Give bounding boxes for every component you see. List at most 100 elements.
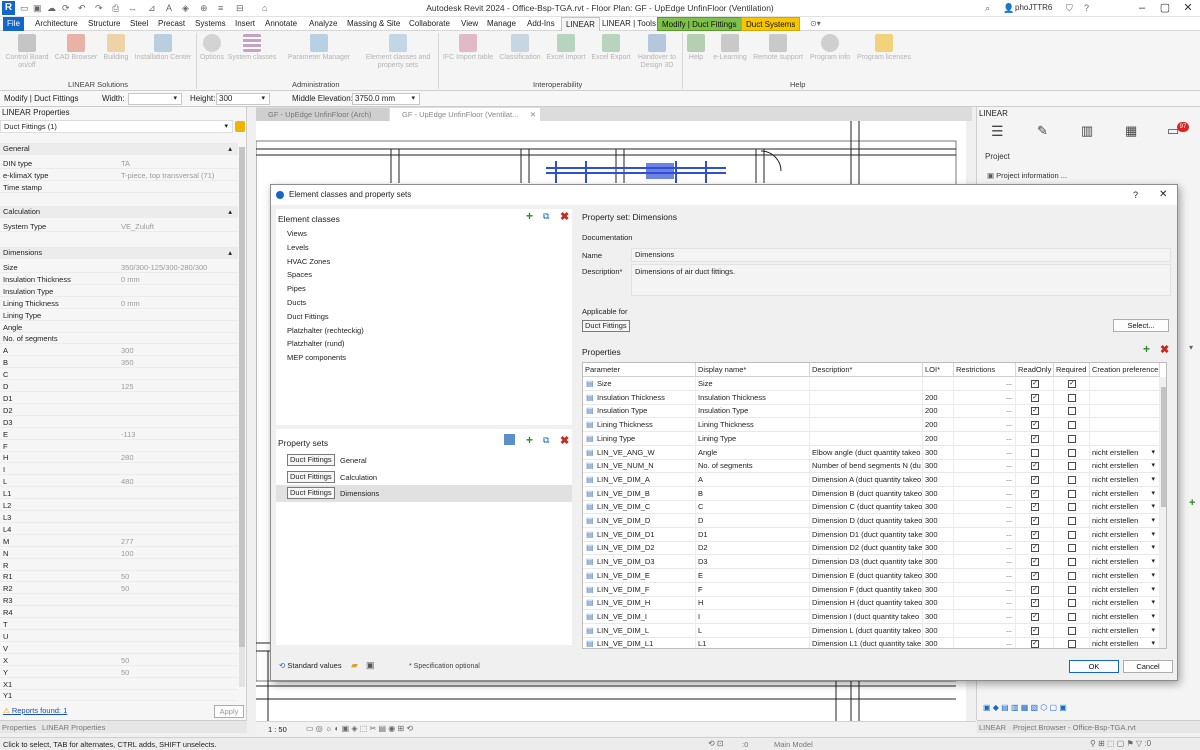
- minimize-button[interactable]: –: [1132, 1, 1152, 16]
- restrictions-cell[interactable]: ...: [954, 377, 1016, 391]
- description-cell[interactable]: Dimension H (duct quantity takeo: [810, 596, 923, 611]
- display-name-cell[interactable]: Lining Type: [696, 431, 810, 446]
- table-row[interactable]: ▤ Lining Type Lining Type 200... ✓: [583, 431, 1161, 446]
- display-name-cell[interactable]: F: [696, 582, 810, 597]
- restrictions-cell[interactable]: ...: [954, 486, 1016, 501]
- display-name-cell[interactable]: B: [696, 486, 810, 501]
- tab-properties[interactable]: Properties: [2, 723, 36, 732]
- property-row[interactable]: Angle: [0, 321, 238, 333]
- readonly-checkbox[interactable]: ✓: [1031, 599, 1039, 608]
- copy-set-icon[interactable]: ⧉: [543, 435, 549, 446]
- display-name-cell[interactable]: Lining Thickness: [696, 418, 810, 433]
- creation-preference-cell[interactable]: [1090, 404, 1160, 419]
- description-cell[interactable]: [810, 404, 923, 419]
- classification-button[interactable]: Classification: [496, 34, 544, 62]
- properties-scrollbar[interactable]: [239, 147, 245, 687]
- creation-preference-cell[interactable]: [1090, 418, 1160, 433]
- creation-preference-cell[interactable]: nicht erstellen ▾: [1090, 472, 1160, 487]
- property-value[interactable]: 300: [121, 346, 134, 355]
- ellipsis-icon[interactable]: ...: [1006, 404, 1012, 417]
- description-cell[interactable]: [810, 418, 923, 433]
- property-row[interactable]: N 100: [0, 547, 238, 559]
- required-checkbox[interactable]: [1068, 585, 1076, 594]
- property-row[interactable]: e-klimaX type T-piece, top transversal (7…: [0, 169, 238, 181]
- ellipsis-icon[interactable]: ...: [1006, 500, 1012, 513]
- creation-preference-cell[interactable]: [1090, 390, 1160, 405]
- property-value[interactable]: 50: [121, 572, 129, 581]
- readonly-checkbox[interactable]: ✓: [1031, 640, 1039, 648]
- display-name-cell[interactable]: Insulation Thickness: [696, 390, 810, 405]
- add-icon[interactable]: +: [1189, 497, 1195, 509]
- help-button[interactable]: Help: [684, 34, 708, 62]
- property-set-item[interactable]: Duct Fittings General: [276, 452, 572, 469]
- user-icon[interactable]: 👤: [1003, 3, 1014, 14]
- property-row[interactable]: D3: [0, 416, 238, 428]
- creation-preference-cell[interactable]: nicht erstellen ▾: [1090, 445, 1160, 460]
- parameter-cell[interactable]: ▤ LIN_VE_ANG_W: [583, 445, 696, 460]
- linear-footer-icons[interactable]: ▣ ◆ ▤ ▥ ▦ ▧ ⬡ ▢ ▣: [983, 703, 1067, 712]
- program-info-button[interactable]: Program info: [806, 34, 854, 62]
- element-classes-button[interactable]: Element classes and property sets: [360, 34, 436, 70]
- parameter-cell[interactable]: ▤ LIN_VE_DIM_C: [583, 500, 696, 515]
- ok-button[interactable]: OK: [1069, 660, 1119, 673]
- description-cell[interactable]: Number of bend segments N (du: [810, 459, 923, 474]
- property-row[interactable]: X1: [0, 678, 238, 690]
- description-cell[interactable]: Dimension E (duct quantity takeo: [810, 568, 923, 583]
- description-cell[interactable]: Dimension I (duct quantity takeo: [810, 609, 923, 624]
- e-learning-button[interactable]: e-Learning: [710, 34, 750, 62]
- description-cell[interactable]: [810, 377, 923, 391]
- ellipsis-icon[interactable]: ...: [1006, 624, 1012, 637]
- calculator-icon[interactable]: ▦: [1125, 123, 1137, 139]
- tab-linear-panel[interactable]: LINEAR: [979, 723, 1006, 732]
- table-row[interactable]: ▤ Size Size... ✓ ✓: [583, 377, 1161, 391]
- grid-column-header[interactable]: LOI*: [923, 363, 954, 377]
- grid-column-header[interactable]: Creation preference: [1090, 363, 1160, 377]
- table-row[interactable]: ▤ LIN_VE_DIM_D2 D2 Dimension D2 (duct quant…: [583, 541, 1161, 556]
- parameter-cell[interactable]: ▤ Lining Thickness: [583, 418, 696, 433]
- required-checkbox[interactable]: [1068, 558, 1076, 567]
- ellipsis-icon[interactable]: ...: [1006, 487, 1012, 500]
- design-option[interactable]: Main Model: [774, 740, 813, 749]
- property-row[interactable]: Time stamp: [0, 181, 238, 193]
- property-row[interactable]: Insulation Thickness 0 mm: [0, 273, 238, 285]
- restrictions-cell[interactable]: ...: [954, 596, 1016, 611]
- restrictions-cell[interactable]: ...: [954, 390, 1016, 405]
- creation-preference-cell[interactable]: nicht erstellen ▾: [1090, 541, 1160, 556]
- standard-values-button[interactable]: ⟲ Standard values: [279, 661, 342, 670]
- excel-export-button[interactable]: Excel Export: [589, 34, 633, 62]
- grid-column-header[interactable]: Parameter: [583, 363, 696, 377]
- description-cell[interactable]: Dimension L1 (duct quantity take: [810, 637, 923, 648]
- property-row[interactable]: R3: [0, 594, 238, 607]
- creation-preference-cell[interactable]: nicht erstellen ▾: [1090, 514, 1160, 528]
- display-name-cell[interactable]: E: [696, 568, 810, 583]
- description-cell[interactable]: Dimension D1 (duct quantity take: [810, 527, 923, 542]
- restrictions-cell[interactable]: ...: [954, 514, 1016, 528]
- restrictions-cell[interactable]: ...: [954, 472, 1016, 487]
- cad-browser-button[interactable]: CAD Browser: [52, 34, 100, 62]
- tab-add-ins[interactable]: Add-Ins: [523, 17, 559, 31]
- menu-icon[interactable]: ☰: [991, 123, 1004, 140]
- description-cell[interactable]: Dimension B (duct quantity takeo: [810, 486, 923, 501]
- ellipsis-icon[interactable]: ...: [1006, 473, 1012, 486]
- loi-cell[interactable]: 300: [923, 527, 954, 542]
- parameter-cell[interactable]: ▤ Lining Type: [583, 431, 696, 446]
- collapse-icon[interactable]: ▾: [1189, 343, 1193, 352]
- selection-icons[interactable]: ⚲ ⊞ ⬚ ▢ ⚑ ▽ :0: [1090, 739, 1151, 748]
- table-row[interactable]: ▤ Insulation Type Insulation Type 200... ✓: [583, 404, 1161, 419]
- view-tab-ventilation[interactable]: GF - UpEdge UnfinFloor (Ventilat... ✕: [390, 108, 540, 121]
- section-general[interactable]: General ▴: [0, 143, 238, 155]
- property-value[interactable]: 50: [121, 584, 129, 593]
- maximize-button[interactable]: ▢: [1155, 1, 1175, 16]
- table-row[interactable]: ▤ LIN_VE_NUM_N No. of segments Number of be…: [583, 459, 1161, 474]
- ellipsis-icon[interactable]: ...: [1006, 610, 1012, 623]
- required-checkbox[interactable]: [1068, 626, 1076, 635]
- tab-steel[interactable]: Steel: [126, 17, 152, 31]
- restrictions-cell[interactable]: ...: [954, 541, 1016, 556]
- restrictions-cell[interactable]: ...: [954, 555, 1016, 570]
- display-name-cell[interactable]: A: [696, 472, 810, 487]
- loi-cell[interactable]: 300: [923, 609, 954, 624]
- grid-column-header[interactable]: Description*: [810, 363, 923, 377]
- restrictions-cell[interactable]: ...: [954, 527, 1016, 542]
- element-class-item[interactable]: Spaces: [287, 270, 312, 279]
- required-checkbox[interactable]: [1068, 421, 1076, 430]
